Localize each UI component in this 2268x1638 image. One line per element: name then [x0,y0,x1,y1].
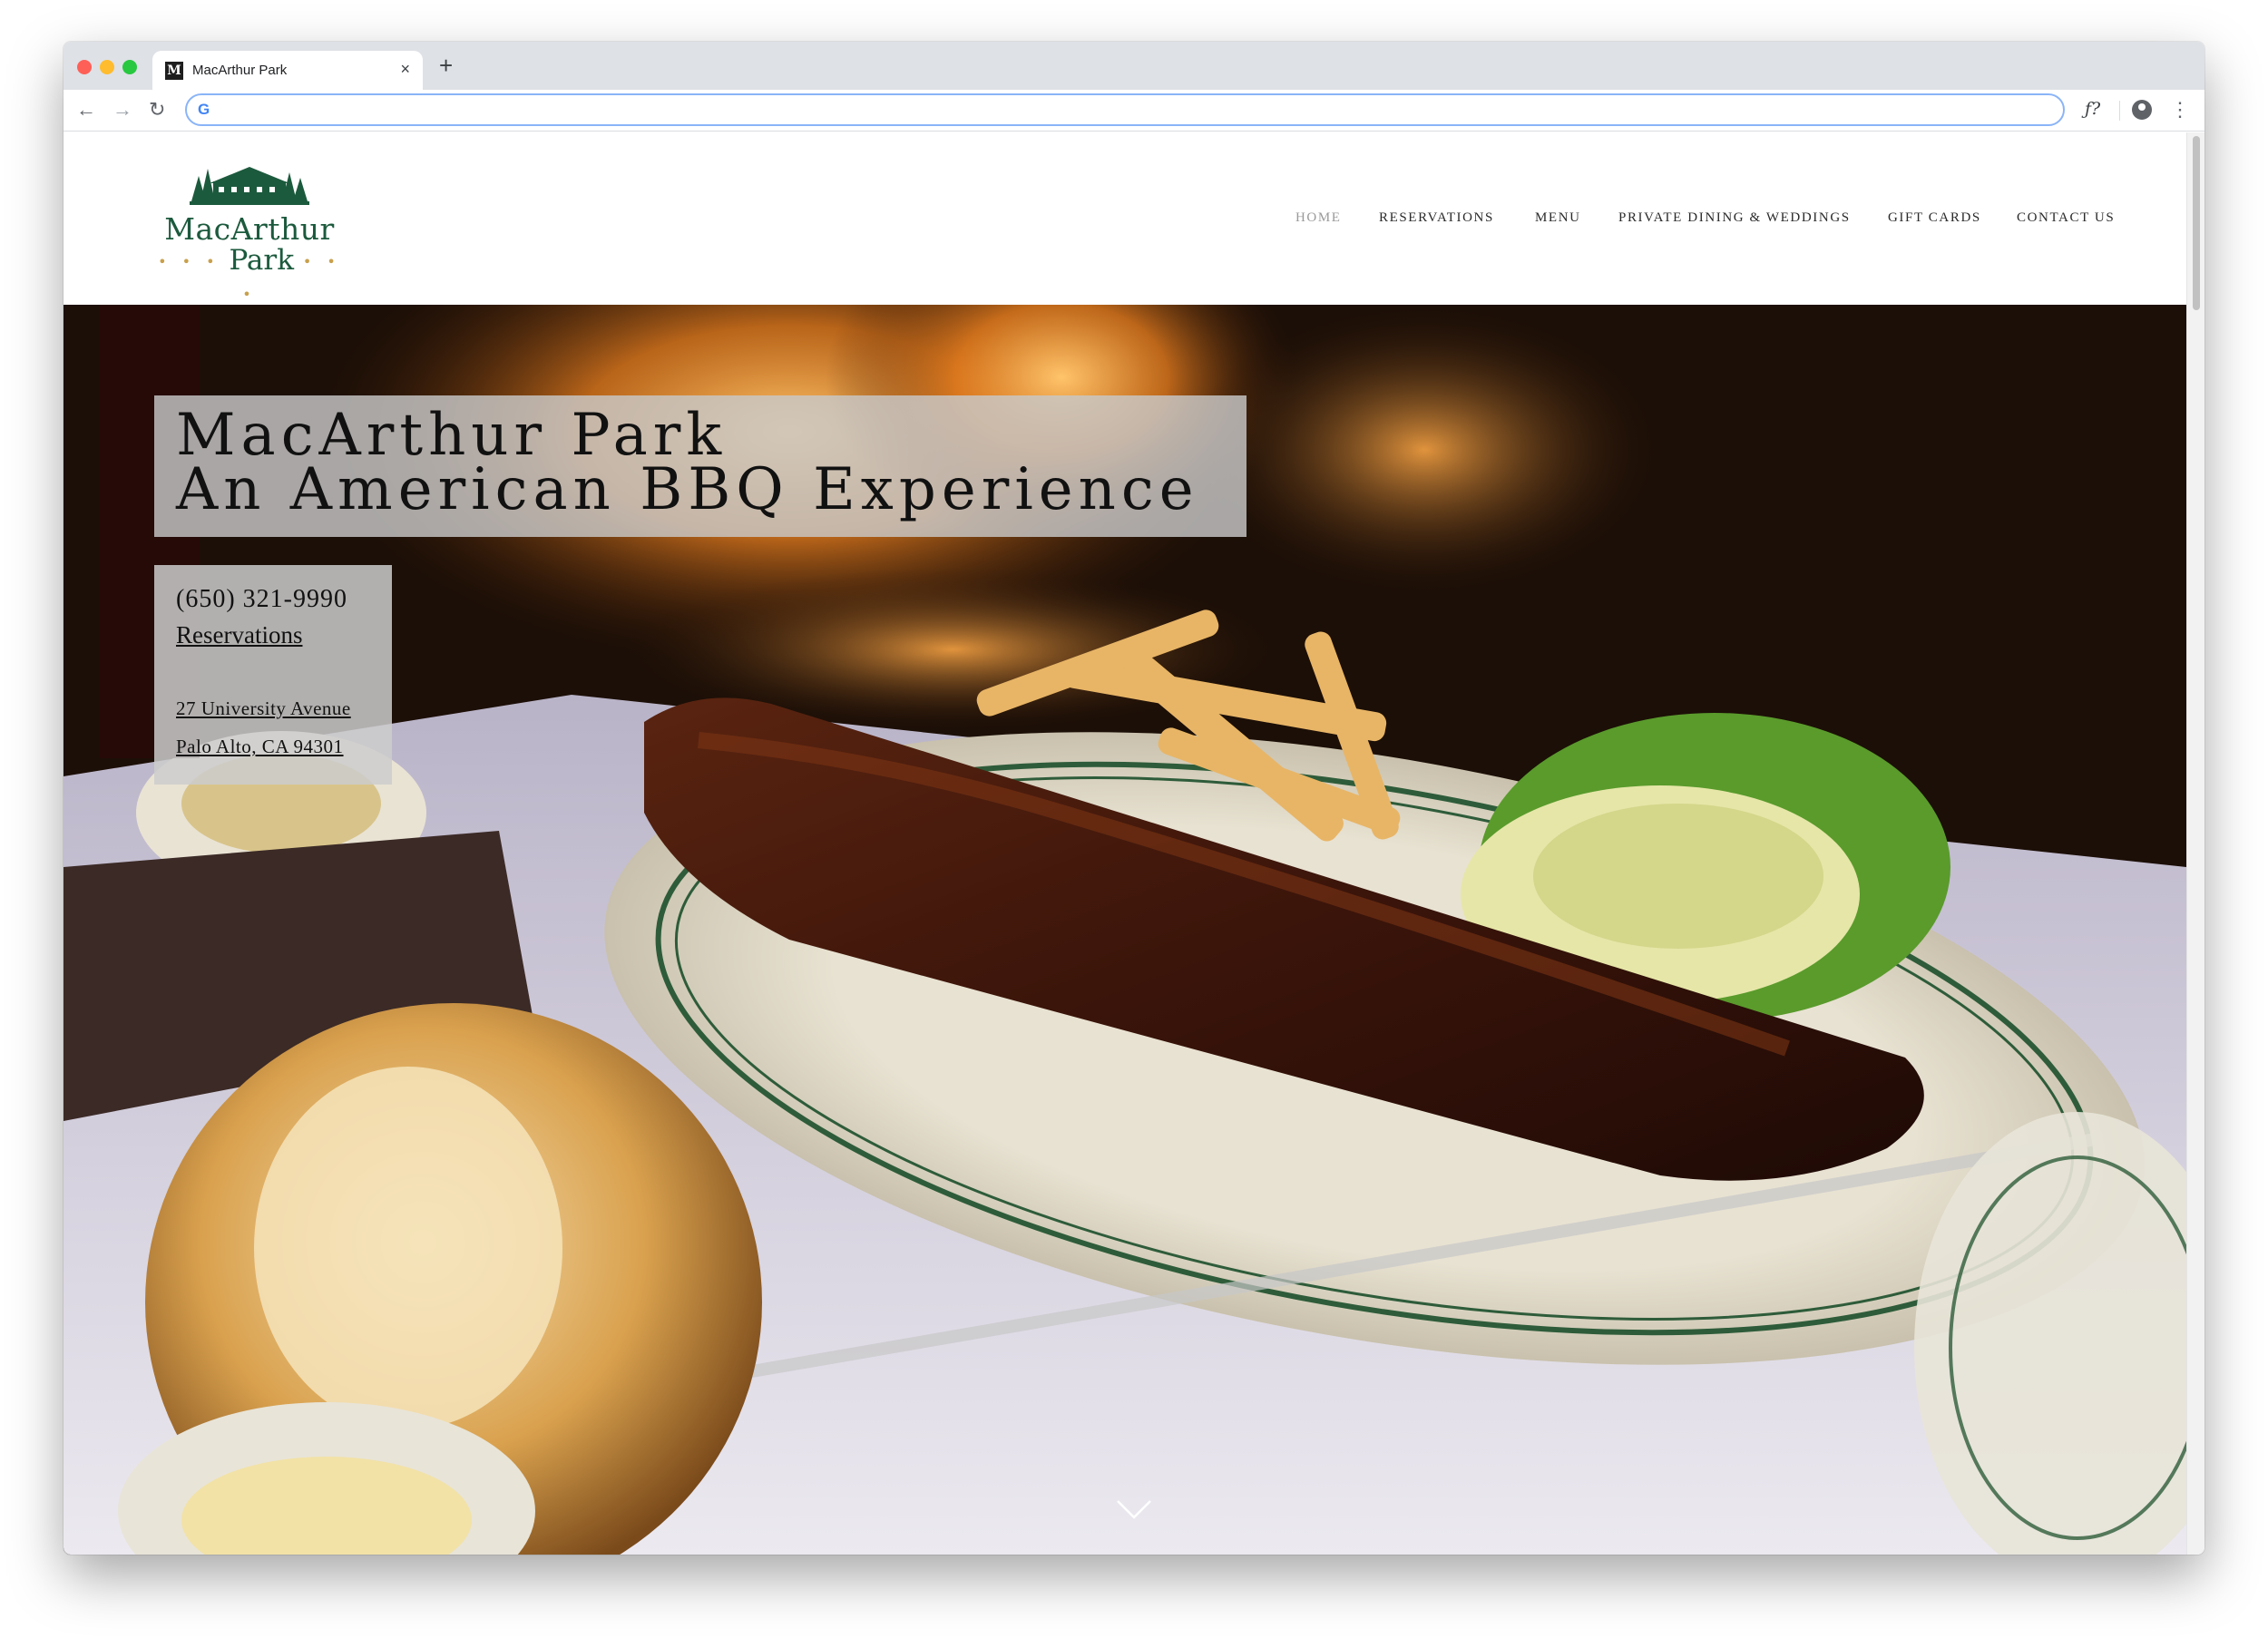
logo-dots-left: • • • [158,253,220,270]
new-tab-button[interactable]: + [439,53,453,78]
site-logo[interactable]: MacArthur • • • Park • • • [154,160,345,303]
nav-home[interactable]: HOME [1295,210,1342,226]
scroll-down-chevron-icon[interactable] [1116,1498,1152,1520]
logo-name-park: Park [229,244,295,277]
nav-reservations[interactable]: RESERVATIONS [1379,210,1494,226]
site-header: MacArthur • • • Park • • • HOME RESERVAT… [64,132,2186,305]
favicon-icon: M [165,62,183,80]
google-icon: G [198,101,210,118]
forward-arrow-icon[interactable]: → [112,97,132,122]
close-tab-icon[interactable]: × [400,60,410,79]
page-scrollbar[interactable] [2186,132,2204,1555]
nav-private-dining[interactable]: PRIVATE DINING & WEDDINGS [1618,210,1851,226]
hero-title-box: MacArthur Park An American BBQ Experienc… [154,395,1246,537]
tab-title: MacArthur Park [192,63,288,78]
contact-info-box: (650) 321-9990 Reservations 27 Universit… [154,565,392,785]
maximize-window-button[interactable] [122,60,137,74]
address-bar[interactable]: G [185,93,2065,126]
address-line2-link[interactable]: Palo Alto, CA 94301 [176,736,344,758]
tab-strip: M MacArthur Park × + [64,42,2204,90]
logo-name-line1: MacArthur [164,211,335,247]
phone-number[interactable]: (650) 321-9990 [176,585,347,614]
browser-window: M MacArthur Park × + ← → ↻ G ƒ? ⋮ MacArt… [64,42,2204,1555]
reload-icon[interactable]: ↻ [149,97,165,122]
address-line1-link[interactable]: 27 University Avenue [176,697,351,720]
browser-toolbar: ← → ↻ G ƒ? ⋮ [64,90,2204,132]
lodge-trees-icon [190,167,309,205]
hero-title-line2: An American BBQ Experience [176,456,1199,523]
extension-icon[interactable]: ƒ? [2085,99,2100,119]
nav-menu[interactable]: MENU [1535,210,1581,226]
kebab-menu-icon[interactable]: ⋮ [2170,97,2190,122]
reservations-link[interactable]: Reservations [176,621,302,649]
scrollbar-thumb[interactable] [2193,136,2200,310]
logo-name-line2: • • • Park • • • [154,244,345,309]
hero-section: MacArthur Park An American BBQ Experienc… [64,305,2186,1555]
toolbar-divider [2119,101,2120,121]
close-window-button[interactable] [77,60,92,74]
minimize-window-button[interactable] [100,60,114,74]
web-page: MacArthur • • • Park • • • HOME RESERVAT… [64,132,2204,1555]
back-arrow-icon[interactable]: ← [76,97,96,122]
browser-tab[interactable]: M MacArthur Park × [152,51,423,90]
nav-gift-cards[interactable]: GIFT CARDS [1888,210,1981,226]
nav-contact-us[interactable]: CONTACT US [2017,210,2115,226]
profile-icon[interactable] [2132,100,2152,120]
